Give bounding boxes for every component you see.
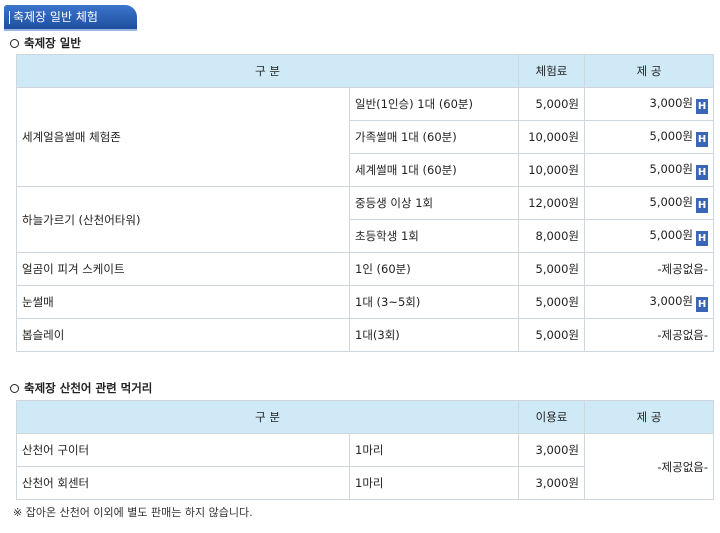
- provide-value: 3,000원: [649, 293, 694, 308]
- row-fee: 3,000원: [518, 466, 586, 500]
- hotel-h-icon: H: [696, 230, 709, 246]
- section1-heading: 축제장 일반: [10, 35, 81, 51]
- circle-bullet-icon: [10, 384, 19, 393]
- title-underline: [4, 29, 137, 31]
- col-header-category: 구 분: [15, 54, 520, 88]
- row-name: 산천어 구이터: [16, 433, 350, 467]
- col-header-provide: 제 공: [584, 400, 715, 434]
- hotel-h-icon: H: [696, 98, 709, 114]
- row-item: 1인 (60분): [348, 252, 520, 286]
- table-row: 산천어 구이터 1마리 3,000원 -제공없음-: [16, 433, 715, 500]
- row-fee: 5,000원: [518, 252, 586, 286]
- row-name: 산천어 회센터: [16, 466, 350, 500]
- row-provide: 5,000원 H: [584, 219, 715, 253]
- section1-heading-text: 축제장 일반: [24, 36, 81, 50]
- row-item: 세계썰매 1대 (60분): [348, 153, 520, 187]
- row-fee: 5,000원: [518, 87, 586, 121]
- table-row: 세계얼음썰매 체험존 일반(1인승) 1대 (60분) 5,000원 3,000원 H: [16, 87, 715, 187]
- festival-food-table: 구 분 이용료 제 공 산천어 구이터 1마리 3,000원 -제공없음- 산천…: [15, 400, 715, 500]
- row-item: 1대 (3~5회): [348, 285, 520, 319]
- row-provide: 3,000원 H: [584, 87, 715, 121]
- circle-bullet-icon: [10, 39, 19, 48]
- row-fee: 10,000원: [518, 120, 586, 154]
- hotel-h-icon: H: [696, 296, 709, 312]
- table-row: 하늘가르기 (산천어타워) 중등생 이상 1회 12,000원 5,000원 H: [16, 186, 715, 253]
- row-provide: -제공없음-: [584, 252, 715, 286]
- col-header-provide: 제 공: [584, 54, 715, 88]
- row-provide: 5,000원 H: [584, 186, 715, 220]
- col-header-fee: 이용료: [518, 400, 586, 434]
- row-fee: 5,000원: [518, 285, 586, 319]
- row-provide: 3,000원 H: [584, 285, 715, 319]
- section2-heading-text: 축제장 산천어 관련 먹거리: [24, 381, 153, 395]
- row-group-name: 봅슬레이: [16, 318, 350, 352]
- table-row: 봅슬레이 1대(3회) 5,000원 -제공없음-: [16, 318, 715, 352]
- row-fee: 5,000원: [518, 318, 586, 352]
- row-fee: 3,000원: [518, 433, 586, 467]
- section1-body: 세계얼음썰매 체험존 일반(1인승) 1대 (60분) 5,000원 3,000원 H 가…: [16, 87, 715, 352]
- provide-value: 5,000원: [649, 161, 694, 176]
- footnote: ※ 잡아온 산천어 이외에 별도 판매는 하지 않습니다.: [13, 506, 253, 519]
- hotel-h-icon: H: [696, 197, 709, 213]
- row-provide: -제공없음-: [584, 433, 715, 500]
- row-provide: -제공없음-: [584, 318, 715, 352]
- row-fee: 10,000원: [518, 153, 586, 187]
- section2-heading: 축제장 산천어 관련 먹거리: [10, 380, 152, 396]
- row-provide: 5,000원 H: [584, 153, 715, 187]
- row-item: 1마리: [348, 466, 520, 500]
- row-fee: 8,000원: [518, 219, 586, 253]
- page-title: 축제장 일반 체험: [13, 10, 98, 24]
- row-item: 중등생 이상 1회: [348, 186, 520, 220]
- provide-value: 3,000원: [649, 95, 694, 110]
- hotel-h-icon: H: [696, 164, 709, 180]
- row-provide: 5,000원 H: [584, 120, 715, 154]
- table-row: 눈썰매 1대 (3~5회) 5,000원 3,000원 H: [16, 285, 715, 319]
- row-group-name: 하늘가르기 (산천어타워): [16, 186, 350, 253]
- provide-value: 5,000원: [649, 128, 694, 143]
- col-header-category: 구 분: [15, 400, 520, 434]
- provide-value: -제공없음-: [657, 262, 709, 276]
- col-header-fee: 체험료: [518, 54, 586, 88]
- row-group-name: 얼곰이 피겨 스케이트: [16, 252, 350, 286]
- row-item: 초등학생 1회: [348, 219, 520, 253]
- row-item: 1대(3회): [348, 318, 520, 352]
- row-item: 1마리: [348, 433, 520, 467]
- provide-value: 5,000원: [649, 227, 694, 242]
- row-item: 일반(1인승) 1대 (60분): [348, 87, 520, 121]
- row-group-name: 세계얼음썰매 체험존: [16, 87, 350, 187]
- provide-value: -제공없음-: [657, 328, 709, 342]
- row-group-name: 눈썰매: [16, 285, 350, 319]
- provide-value: 5,000원: [649, 194, 694, 209]
- hotel-h-icon: H: [696, 131, 709, 147]
- row-fee: 12,000원: [518, 186, 586, 220]
- page-title-tab: 축제장 일반 체험: [4, 5, 137, 29]
- table-row: 얼곰이 피겨 스케이트 1인 (60분) 5,000원 -제공없음-: [16, 252, 715, 286]
- festival-general-table: 구 분 체험료 제 공 세계얼음썰매 체험존 일반(1인승) 1대 (60분) 5,…: [15, 54, 715, 352]
- row-item: 가족썰매 1대 (60분): [348, 120, 520, 154]
